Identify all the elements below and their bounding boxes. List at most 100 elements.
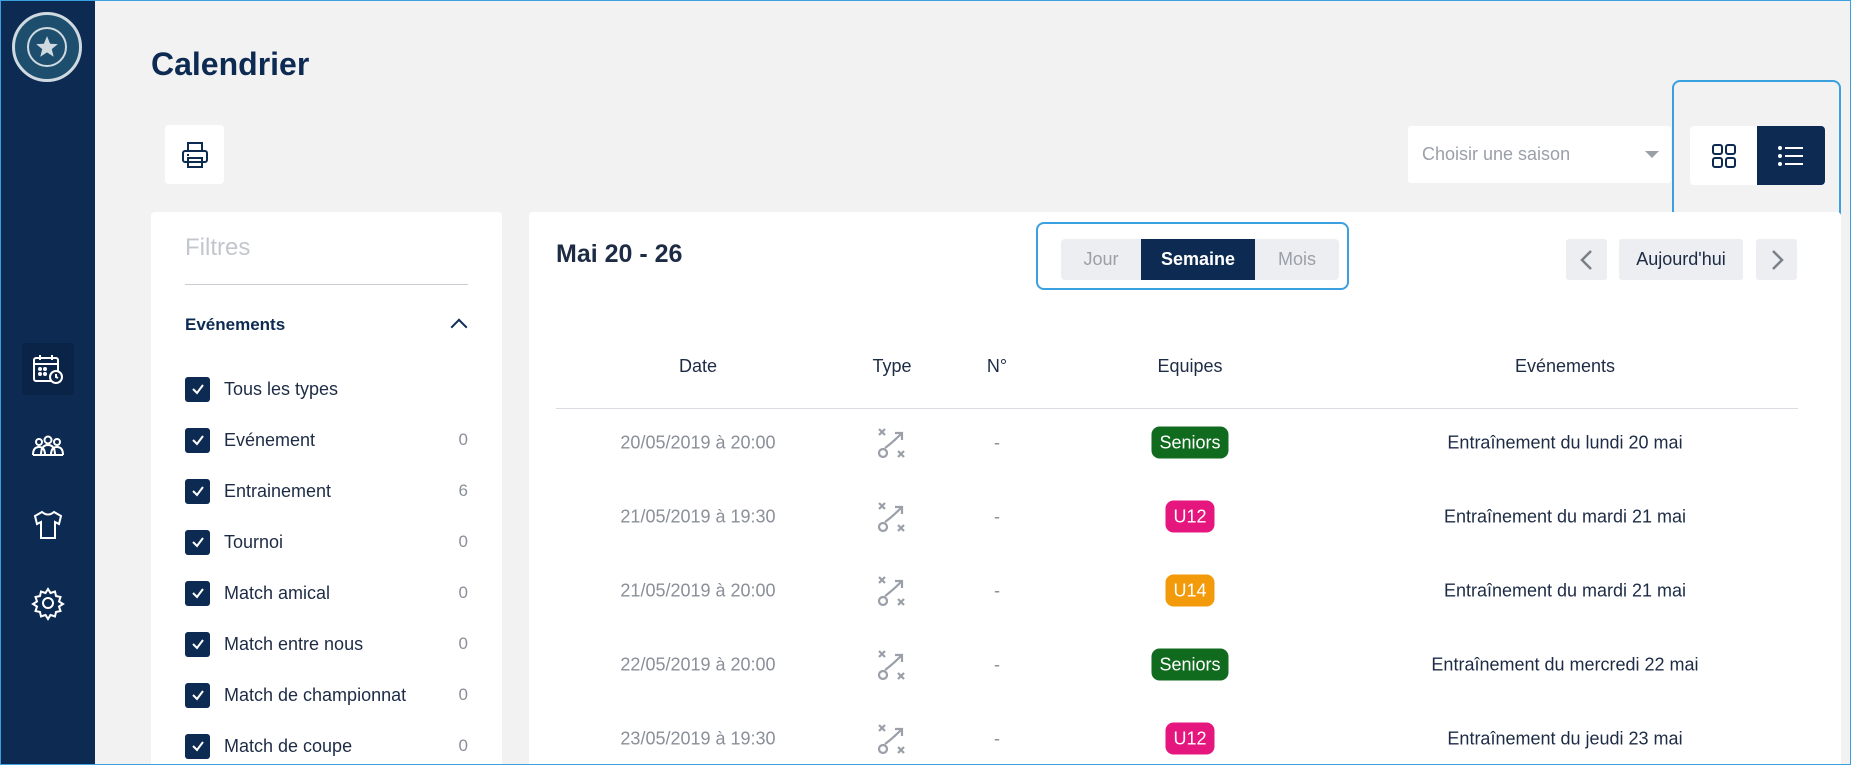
filter-item[interactable]: Tournoi 0	[185, 529, 468, 555]
filters-section-title[interactable]: Evénements	[185, 315, 285, 335]
filter-item[interactable]: Match amical 0	[185, 580, 468, 606]
row-number: -	[994, 506, 1000, 527]
team-badge[interactable]: Seniors	[1151, 426, 1229, 459]
filter-label: Match entre nous	[224, 633, 364, 654]
filter-label: Match de coupe	[224, 735, 353, 756]
club-logo[interactable]	[12, 12, 82, 82]
checkmark-icon	[191, 384, 204, 395]
today-button[interactable]: Aujourd'hui	[1619, 239, 1743, 280]
chevron-up-icon[interactable]	[450, 318, 468, 336]
next-button[interactable]	[1756, 239, 1797, 280]
checkbox[interactable]	[185, 427, 210, 453]
mode-week-button[interactable]: Semaine	[1141, 239, 1255, 280]
star-icon	[36, 36, 58, 57]
filters-divider	[185, 284, 468, 285]
filter-item[interactable]: Match entre nous 0	[185, 631, 468, 657]
checkbox[interactable]	[185, 682, 210, 708]
checkbox[interactable]	[185, 733, 210, 759]
checkbox[interactable]	[185, 376, 210, 402]
column-header-number[interactable]: N°	[987, 356, 1007, 377]
type-cell	[874, 425, 910, 461]
type-cell	[874, 647, 910, 683]
team-badge-cell: Seniors	[1151, 648, 1229, 681]
checkmark-icon	[191, 588, 204, 599]
checkbox[interactable]	[185, 529, 210, 555]
grid-view-button[interactable]	[1690, 126, 1758, 185]
filter-item[interactable]: Entrainement 6	[185, 478, 468, 504]
filters-title: Filtres	[185, 234, 251, 261]
row-number: -	[994, 654, 1000, 675]
team-icon	[32, 435, 64, 456]
row-number: -	[994, 432, 1000, 453]
tactic-icon	[877, 502, 905, 533]
mode-month-button[interactable]: Mois	[1255, 239, 1339, 280]
chevron-left-icon	[1579, 249, 1592, 270]
checkmark-icon	[191, 537, 204, 548]
table-row[interactable]: 21/05/2019 à 19:30 - U12 Entraînement du…	[556, 487, 1798, 547]
filter-label: Match amical	[224, 582, 331, 603]
filter-count: 0	[458, 685, 468, 704]
tactic-icon	[877, 650, 905, 681]
team-badge[interactable]: U12	[1165, 500, 1215, 533]
checkmark-icon	[191, 486, 204, 497]
sidebar-item-settings[interactable]	[22, 577, 74, 629]
calendar-icon	[33, 355, 63, 384]
checkbox[interactable]	[185, 478, 210, 504]
row-event[interactable]: Entraînement du jeudi 23 mai	[1447, 729, 1682, 750]
row-event[interactable]: Entraînement du mardi 21 mai	[1444, 581, 1686, 602]
team-badge-cell: U14	[1165, 574, 1215, 607]
season-select[interactable]: Choisir une saison	[1408, 126, 1671, 183]
team-badge[interactable]: U14	[1165, 574, 1215, 607]
checkbox[interactable]	[185, 631, 210, 657]
row-event[interactable]: Entraînement du mardi 21 mai	[1444, 507, 1686, 528]
filter-label: Tous les types	[224, 378, 339, 399]
filter-count: 0	[458, 634, 468, 653]
table-header-divider	[556, 408, 1798, 409]
column-header-type[interactable]: Type	[872, 356, 911, 377]
print-button[interactable]	[165, 125, 224, 184]
view-mode-toggle: Jour Semaine Mois	[1061, 239, 1339, 280]
page-title: Calendrier	[151, 46, 310, 82]
checkbox[interactable]	[185, 580, 210, 606]
checkmark-icon	[191, 435, 204, 446]
filter-count: 6	[458, 481, 468, 500]
team-badge-cell: U12	[1165, 722, 1215, 755]
row-number: -	[994, 728, 1000, 749]
filter-label: Entrainement	[224, 480, 332, 501]
filter-count: 0	[458, 532, 468, 551]
sidebar-item-calendar[interactable]	[22, 343, 74, 395]
row-event[interactable]: Entraînement du lundi 20 mai	[1447, 433, 1682, 454]
team-badge-cell: U12	[1165, 500, 1215, 533]
filter-label: Evénement	[224, 429, 316, 450]
table-row[interactable]: 22/05/2019 à 20:00 - Seniors Entraînemen…	[556, 635, 1798, 695]
column-header-date[interactable]: Date	[679, 356, 717, 377]
column-header-teams[interactable]: Equipes	[1157, 356, 1222, 377]
row-event[interactable]: Entraînement du mercredi 22 mai	[1431, 655, 1698, 676]
filter-count: 0	[458, 430, 468, 449]
team-badge[interactable]: Seniors	[1151, 648, 1229, 681]
settings-icon	[31, 587, 65, 621]
filter-item[interactable]: Evénement 0	[185, 427, 468, 453]
season-select-placeholder: Choisir une saison	[1422, 144, 1571, 164]
filter-item[interactable]: Match de championnat 0	[185, 682, 468, 708]
table-row[interactable]: 23/05/2019 à 19:30 - U12 Entraînement du…	[556, 709, 1798, 765]
previous-button[interactable]	[1566, 239, 1607, 280]
table-row[interactable]: 21/05/2019 à 20:00 - U14 Entraînement du…	[556, 561, 1798, 621]
sidebar-item-jerseys[interactable]	[22, 499, 74, 551]
filter-item[interactable]: Match de coupe 0	[185, 733, 468, 759]
team-badge-cell: Seniors	[1151, 426, 1229, 459]
filter-item[interactable]: Tous les types	[185, 376, 468, 402]
type-cell	[874, 499, 910, 535]
print-icon	[181, 141, 208, 168]
column-header-events[interactable]: Evénements	[1515, 356, 1615, 377]
sidebar	[0, 0, 95, 765]
sidebar-item-teams[interactable]	[22, 421, 74, 473]
checkmark-icon	[191, 741, 204, 752]
tactic-icon	[877, 428, 905, 459]
tactic-icon	[877, 576, 905, 607]
table-row[interactable]: 20/05/2019 à 20:00 - Seniors Entraînemen…	[556, 413, 1798, 473]
team-badge[interactable]: U12	[1165, 722, 1215, 755]
mode-day-button[interactable]: Jour	[1061, 239, 1141, 280]
list-view-button[interactable]	[1757, 126, 1825, 185]
row-date: 23/05/2019 à 19:30	[620, 728, 776, 749]
